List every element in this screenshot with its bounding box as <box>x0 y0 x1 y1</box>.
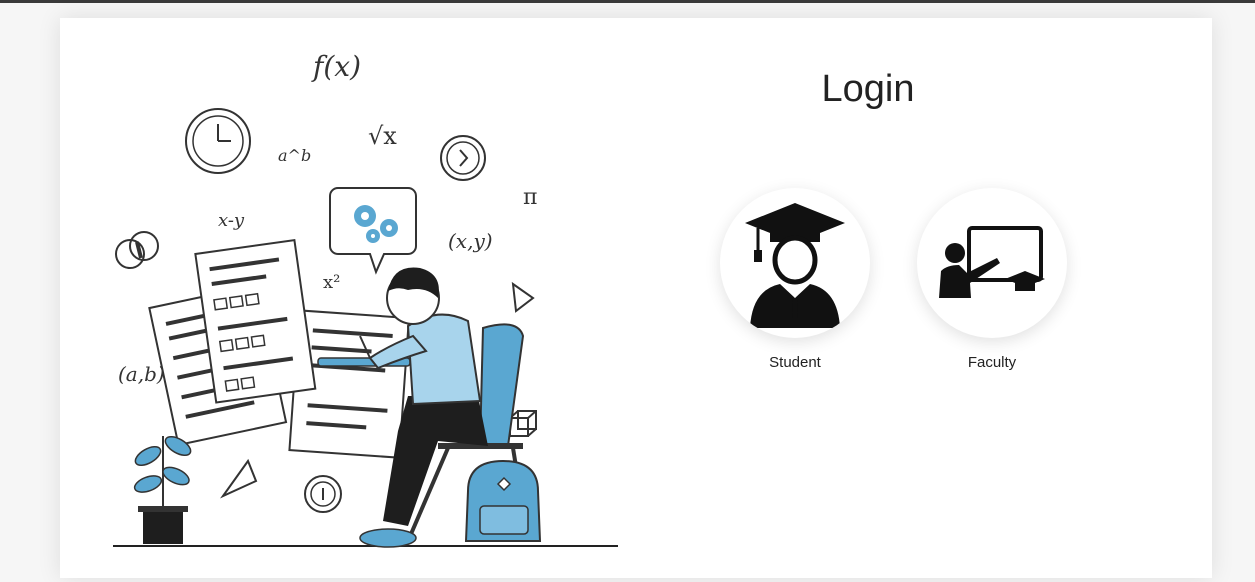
pi-doodle: π <box>523 185 537 210</box>
faculty-teacher-icon <box>939 226 1045 298</box>
timer-icon <box>440 135 486 181</box>
backpack <box>464 459 542 542</box>
cube-doodle <box>509 410 537 437</box>
potted-plant <box>133 435 192 544</box>
study-illustration: f(x) a^b √x π x-y (x,y) x² (a,b) <box>113 50 618 548</box>
student-label: Student <box>769 354 821 371</box>
triangle-doodle <box>511 281 535 313</box>
small-clock-icon <box>304 475 342 513</box>
faculty-login-option[interactable]: Faculty <box>917 188 1067 371</box>
login-title: Login <box>821 68 915 110</box>
student-graduate-icon <box>745 203 845 328</box>
venn-diagram-icon <box>115 231 159 269</box>
ab-pair-doodle: (a,b) <box>118 362 165 386</box>
student-login-button[interactable] <box>720 188 870 338</box>
sqrt-doodle: √x <box>368 122 397 150</box>
top-border <box>0 0 1255 3</box>
faculty-label: Faculty <box>967 354 1017 371</box>
faculty-login-button[interactable] <box>917 188 1067 338</box>
xy-pair-doodle: (x,y) <box>448 229 493 253</box>
ab-doodle: a^b <box>278 146 311 165</box>
fx-doodle: f(x) <box>311 50 361 83</box>
student-login-option[interactable]: Student <box>720 188 870 371</box>
x-squared-doodle: x² <box>323 272 340 293</box>
worksheet-papers <box>148 238 411 459</box>
thinking-gears-icon <box>329 187 417 275</box>
triangle-doodle-2 <box>220 458 258 499</box>
xy-doodle: x-y <box>218 210 245 231</box>
login-card: f(x) a^b √x π x-y (x,y) x² (a,b) Login S… <box>60 18 1212 578</box>
clock-icon <box>185 108 251 174</box>
